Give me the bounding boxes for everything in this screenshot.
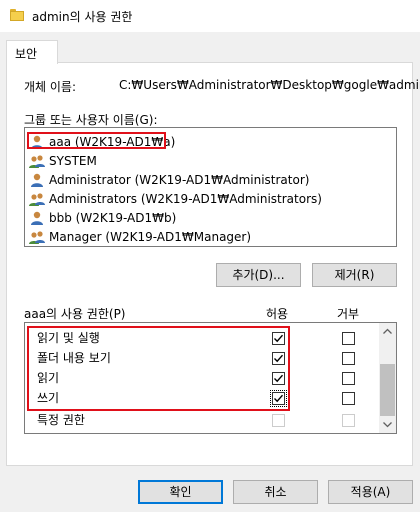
deny-column-header: 거부 [337, 307, 360, 321]
selected-user-highlight [27, 132, 166, 149]
scroll-up-arrow-icon[interactable] [379, 323, 396, 340]
list-item-label: bbb (W2K19-AD1₩b) [49, 211, 177, 225]
user-icon [31, 211, 43, 225]
permissions-highlight [27, 326, 290, 411]
tab-strip: 보안 [0, 32, 420, 64]
scrollbar-thumb[interactable] [380, 364, 395, 416]
add-button[interactable]: 추가(D)... [216, 263, 301, 287]
deny-checkbox[interactable] [342, 392, 355, 405]
ok-button[interactable]: 확인 [138, 480, 223, 504]
list-item-label: Manager (W2K19-AD1₩Manager) [49, 230, 252, 244]
deny-checkbox[interactable] [342, 332, 355, 345]
title-bar: admin의 사용 권한 [0, 0, 420, 32]
tab-security[interactable]: 보안 [6, 40, 58, 64]
apply-button[interactable]: 적용(A) [328, 480, 413, 504]
list-item-label: SYSTEM [49, 154, 97, 168]
object-name-value: C:₩Users₩Administrator₩Desktop₩gogle₩adm… [119, 78, 420, 92]
scroll-down-arrow-icon[interactable] [379, 416, 396, 433]
permissions-dialog: admin의 사용 권한 보안 개체 이름: C:₩Users₩Administ… [0, 0, 420, 512]
remove-button[interactable]: 제거(R) [312, 263, 397, 287]
group-icon [29, 231, 45, 244]
list-item-label: Administrator (W2K19-AD1₩Administrator) [49, 173, 310, 187]
group-icon [29, 193, 45, 206]
object-name-label: 개체 이름: [24, 80, 77, 94]
groups-label: 그룹 또는 사용자 이름(G): [24, 113, 158, 127]
deny-checkbox[interactable] [342, 372, 355, 385]
deny-checkbox [342, 414, 355, 427]
allow-checkbox [272, 414, 285, 427]
group-icon [29, 155, 45, 168]
permission-row: 특정 권한 [25, 410, 380, 430]
folder-icon [10, 9, 24, 21]
list-item-label: Administrators (W2K19-AD1₩Administrators… [49, 192, 322, 206]
user-icon [31, 173, 43, 187]
cancel-button[interactable]: 취소 [233, 480, 318, 504]
tab-security-label: 보안 [15, 47, 38, 61]
allow-column-header: 허용 [266, 307, 289, 321]
window-title: admin의 사용 권한 [32, 10, 133, 24]
deny-checkbox[interactable] [342, 352, 355, 365]
permissions-label: aaa의 사용 권한(P) [24, 307, 126, 321]
permissions-scrollbar[interactable] [379, 323, 396, 433]
permission-label: 특정 권한 [37, 413, 85, 427]
